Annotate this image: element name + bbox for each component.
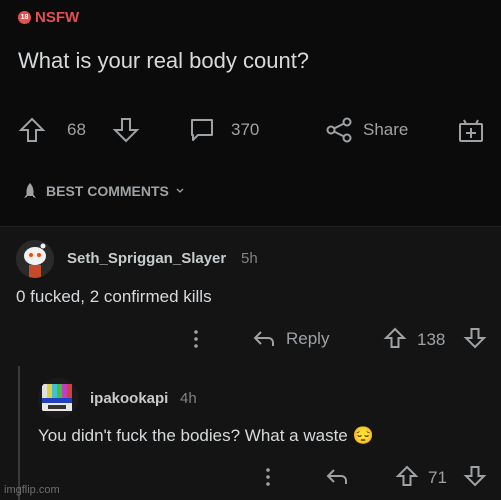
chevron-down-icon	[176, 188, 184, 193]
upvote-arrow-icon	[18, 117, 46, 142]
comment-upvote-button[interactable]	[383, 326, 407, 350]
divider	[0, 226, 501, 227]
share-label[interactable]: Share	[363, 120, 408, 140]
thread-line[interactable]	[18, 366, 20, 500]
comment-count: 370	[231, 120, 260, 139]
gift-award-icon	[459, 119, 483, 142]
more-options-button[interactable]	[260, 466, 276, 493]
comment-bubble-icon	[191, 119, 213, 141]
downvote-arrow-icon	[463, 466, 487, 487]
rocket-icon	[24, 183, 36, 198]
more-options-button[interactable]	[188, 328, 204, 355]
watermark: imgflip.com	[4, 484, 60, 496]
share-icon	[326, 117, 352, 143]
downvote-arrow-icon	[463, 328, 487, 349]
comment-username[interactable]: Seth_Spriggan_Slayer	[67, 250, 226, 267]
avatar[interactable]	[38, 378, 78, 418]
downvote-arrow-icon	[112, 118, 140, 143]
reply-arrow-icon	[326, 469, 347, 484]
comments-button[interactable]	[188, 116, 216, 144]
comment-score: 71	[428, 468, 447, 487]
comments-section	[0, 226, 501, 500]
award-button[interactable]	[457, 116, 485, 144]
more-vertical-icon	[266, 468, 270, 486]
comment-upvote-button[interactable]	[395, 464, 419, 488]
nsfw-tag: 18 NSFW	[18, 9, 79, 26]
comment-body: You didn't fuck the bodies? What a waste…	[38, 426, 374, 445]
upvote-button[interactable]	[18, 116, 46, 144]
comment-downvote-button[interactable]	[463, 326, 487, 350]
comment-timestamp: 5h	[241, 250, 258, 267]
reply-label: Reply	[286, 329, 330, 348]
snoo-avatar-icon	[16, 240, 54, 278]
comment-body: 0 fucked, 2 confirmed kills	[16, 287, 212, 306]
more-vertical-icon	[194, 330, 198, 348]
comment-username[interactable]: ipakookapi	[90, 390, 168, 407]
comment-score: 138	[417, 330, 446, 349]
sort-dropdown[interactable]: BEST COMMENTS	[20, 181, 185, 201]
reply-arrow-icon	[253, 331, 274, 346]
nsfw-label: NSFW	[35, 9, 80, 26]
test-pattern-avatar-icon	[38, 378, 78, 418]
nsfw-18-icon: 18	[18, 11, 31, 24]
comment-downvote-button[interactable]	[463, 464, 487, 488]
avatar[interactable]	[16, 240, 54, 278]
post-title[interactable]: What is your real body count?	[18, 48, 309, 74]
reply-button[interactable]: Reply	[252, 328, 329, 350]
post-score: 68	[67, 120, 86, 139]
upvote-arrow-icon	[383, 327, 407, 348]
comment-timestamp: 4h	[180, 390, 197, 407]
reply-button[interactable]	[325, 466, 349, 488]
sort-label: BEST COMMENTS	[46, 183, 169, 199]
downvote-button[interactable]	[112, 116, 140, 144]
upvote-arrow-icon	[395, 465, 419, 486]
share-button[interactable]	[325, 116, 353, 144]
